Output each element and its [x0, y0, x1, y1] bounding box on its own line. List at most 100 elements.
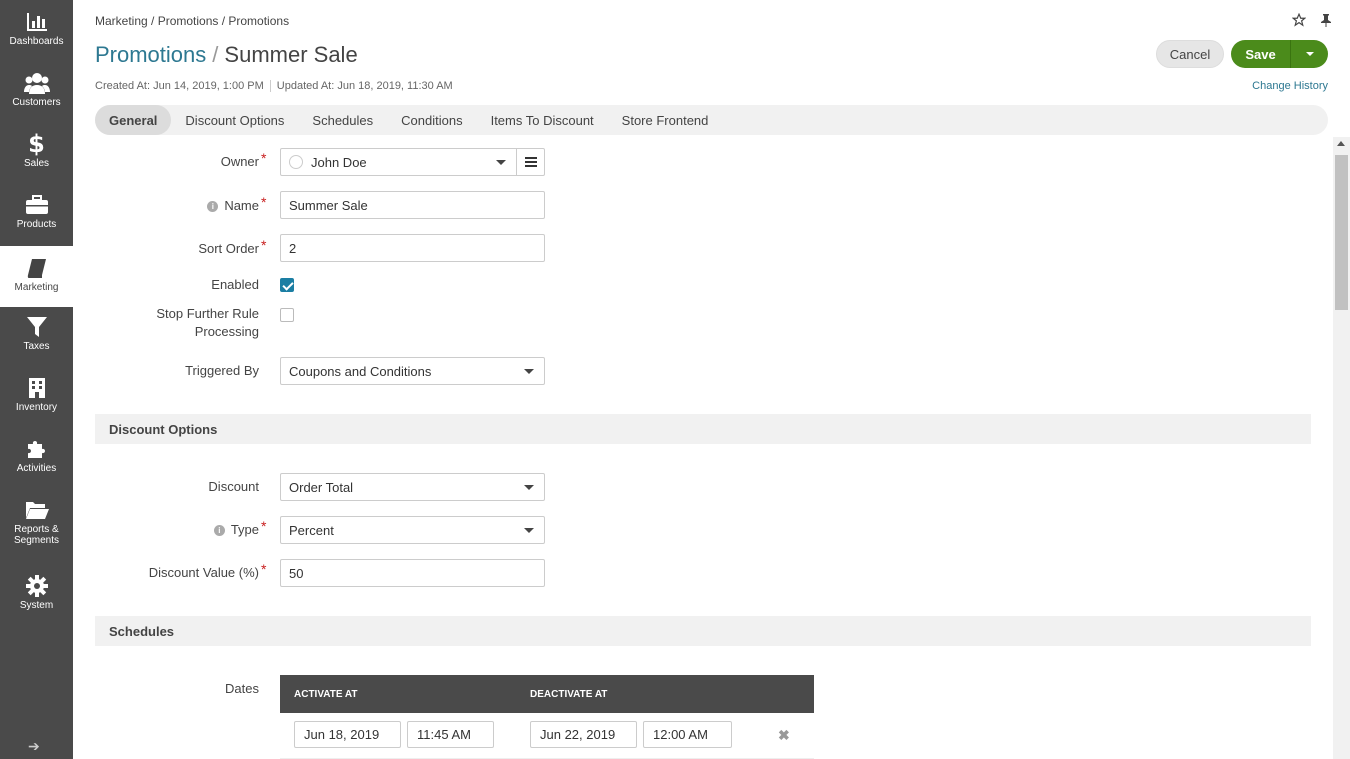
required-marker: *	[261, 150, 267, 166]
deactivate-date-input[interactable]: Jun 22, 2019	[530, 721, 637, 748]
required-marker: *	[261, 194, 267, 210]
discount-value-label: Discount Value (%)	[148, 565, 259, 580]
name-label-row: i Name	[79, 198, 259, 213]
nav-sales[interactable]: $ Sales	[0, 122, 73, 183]
chevron-down-icon	[524, 485, 534, 490]
stop-processing-label: Stop Further Rule Processing	[79, 305, 259, 341]
schedules-table-header: ACTIVATE AT DEACTIVATE AT	[280, 675, 814, 713]
book-icon	[26, 256, 48, 280]
section-discount-options: Discount Options	[95, 414, 1311, 444]
type-label-row: i Type	[79, 522, 259, 537]
remove-row-icon[interactable]: ✖	[778, 727, 790, 744]
briefcase-icon	[25, 193, 49, 217]
created-at: Created At: Jun 14, 2019, 1:00 PM	[95, 80, 264, 92]
cancel-button[interactable]: Cancel	[1156, 40, 1224, 68]
folder-open-icon	[25, 498, 49, 522]
nav-label: Taxes	[23, 341, 50, 352]
pin-icon[interactable]	[1320, 13, 1332, 30]
meta-divider	[269, 80, 271, 93]
scrollbar-thumb[interactable]	[1335, 155, 1348, 310]
top-actions	[1291, 12, 1332, 30]
filter-icon	[26, 315, 47, 339]
star-icon[interactable]	[1291, 12, 1307, 30]
nav-system[interactable]: System	[0, 560, 73, 621]
title-parent-link[interactable]: Promotions	[95, 42, 206, 67]
nav-activities[interactable]: Activities	[0, 427, 73, 488]
triggered-by-value: Coupons and Conditions	[289, 363, 432, 379]
enabled-checkbox[interactable]	[280, 278, 294, 292]
table-row: Jun 18, 2019 11:45 AM Jun 22, 2019 12:00…	[280, 713, 814, 759]
nav-taxes[interactable]: Taxes	[0, 305, 73, 366]
tab-conditions[interactable]: Conditions	[387, 105, 476, 135]
title-separator: /	[212, 42, 219, 67]
change-history-link[interactable]: Change History	[1252, 80, 1328, 92]
nav-label: Marketing	[14, 282, 59, 293]
chevron-down-icon	[524, 528, 534, 533]
chevron-down-icon	[524, 369, 534, 374]
enabled-label: Enabled	[211, 277, 259, 292]
vertical-scrollbar[interactable]	[1333, 137, 1350, 759]
bar-chart-icon	[26, 10, 48, 34]
owner-select[interactable]: John Doe	[280, 148, 517, 176]
owner-label: Owner	[220, 154, 259, 169]
type-value: Percent	[289, 522, 334, 538]
nav-dashboards[interactable]: Dashboards	[0, 0, 73, 61]
type-label: Type	[230, 522, 259, 537]
tab-discount-options[interactable]: Discount Options	[171, 105, 298, 135]
activate-time-input[interactable]: 11:45 AM	[407, 721, 494, 748]
col-deactivate-at: DEACTIVATE AT	[530, 689, 608, 700]
nav-customers[interactable]: Customers	[0, 61, 73, 122]
nav-marketing[interactable]: Marketing	[0, 246, 73, 307]
info-icon[interactable]: i	[207, 201, 219, 212]
user-avatar-icon	[289, 155, 303, 169]
save-button[interactable]: Save	[1231, 40, 1290, 68]
stop-processing-label-line2: Processing	[194, 324, 259, 339]
triggered-by-select[interactable]: Coupons and Conditions	[280, 357, 545, 385]
discount-select[interactable]: Order Total	[280, 473, 545, 501]
type-select[interactable]: Percent	[280, 516, 545, 544]
tab-general[interactable]: General	[95, 105, 172, 135]
required-marker: *	[261, 518, 267, 534]
section-tabs: General Discount Options Schedules Condi…	[95, 105, 1328, 135]
discount-label: Discount	[208, 479, 259, 494]
activate-date-input[interactable]: Jun 18, 2019	[294, 721, 401, 748]
required-marker: *	[261, 561, 267, 577]
scroll-up-arrow-icon[interactable]	[1337, 141, 1345, 146]
nav-label: Reports & Segments	[13, 524, 60, 546]
nav-label: System	[19, 600, 54, 611]
name-input[interactable]: Summer Sale	[280, 191, 545, 219]
deactivate-time-input[interactable]: 12:00 AM	[643, 721, 732, 748]
sort-order-label: Sort Order	[198, 241, 259, 256]
nav-label: Customers	[12, 97, 61, 108]
nav-label: Dashboards	[9, 36, 64, 47]
tab-items-to-discount[interactable]: Items To Discount	[477, 105, 608, 135]
stop-processing-checkbox[interactable]	[280, 308, 294, 322]
title-entity: Summer Sale	[224, 42, 358, 67]
gear-icon	[25, 574, 48, 598]
nav-reports-segments[interactable]: Reports & Segments	[0, 488, 73, 549]
updated-at: Updated At: Jun 18, 2019, 11:30 AM	[276, 80, 453, 92]
hamburger-icon	[524, 155, 537, 170]
tab-store-frontend[interactable]: Store Frontend	[608, 105, 723, 135]
col-activate-at: ACTIVATE AT	[294, 689, 358, 700]
nav-label: Activities	[16, 463, 57, 474]
dollar-icon: $	[28, 130, 45, 158]
nav-inventory[interactable]: Inventory	[0, 366, 73, 427]
nav-label: Products	[16, 219, 57, 230]
puzzle-icon	[26, 437, 48, 461]
discount-value: Order Total	[289, 479, 354, 495]
section-schedules: Schedules	[95, 616, 1311, 646]
discount-value-input[interactable]: 50	[280, 559, 545, 587]
sort-order-input[interactable]: 2	[280, 234, 545, 262]
users-icon	[23, 71, 50, 95]
save-options-dropdown[interactable]	[1290, 40, 1328, 68]
chevron-down-icon	[496, 160, 506, 165]
name-label: Name	[224, 198, 259, 213]
stop-processing-label-line1: Stop Further Rule	[156, 306, 259, 321]
nav-products[interactable]: Products	[0, 183, 73, 244]
building-icon	[28, 376, 46, 400]
tab-schedules[interactable]: Schedules	[298, 105, 387, 135]
owner-list-button[interactable]	[516, 148, 545, 176]
expand-sidebar-icon[interactable]: ➔	[28, 738, 40, 755]
info-icon[interactable]: i	[213, 525, 225, 536]
